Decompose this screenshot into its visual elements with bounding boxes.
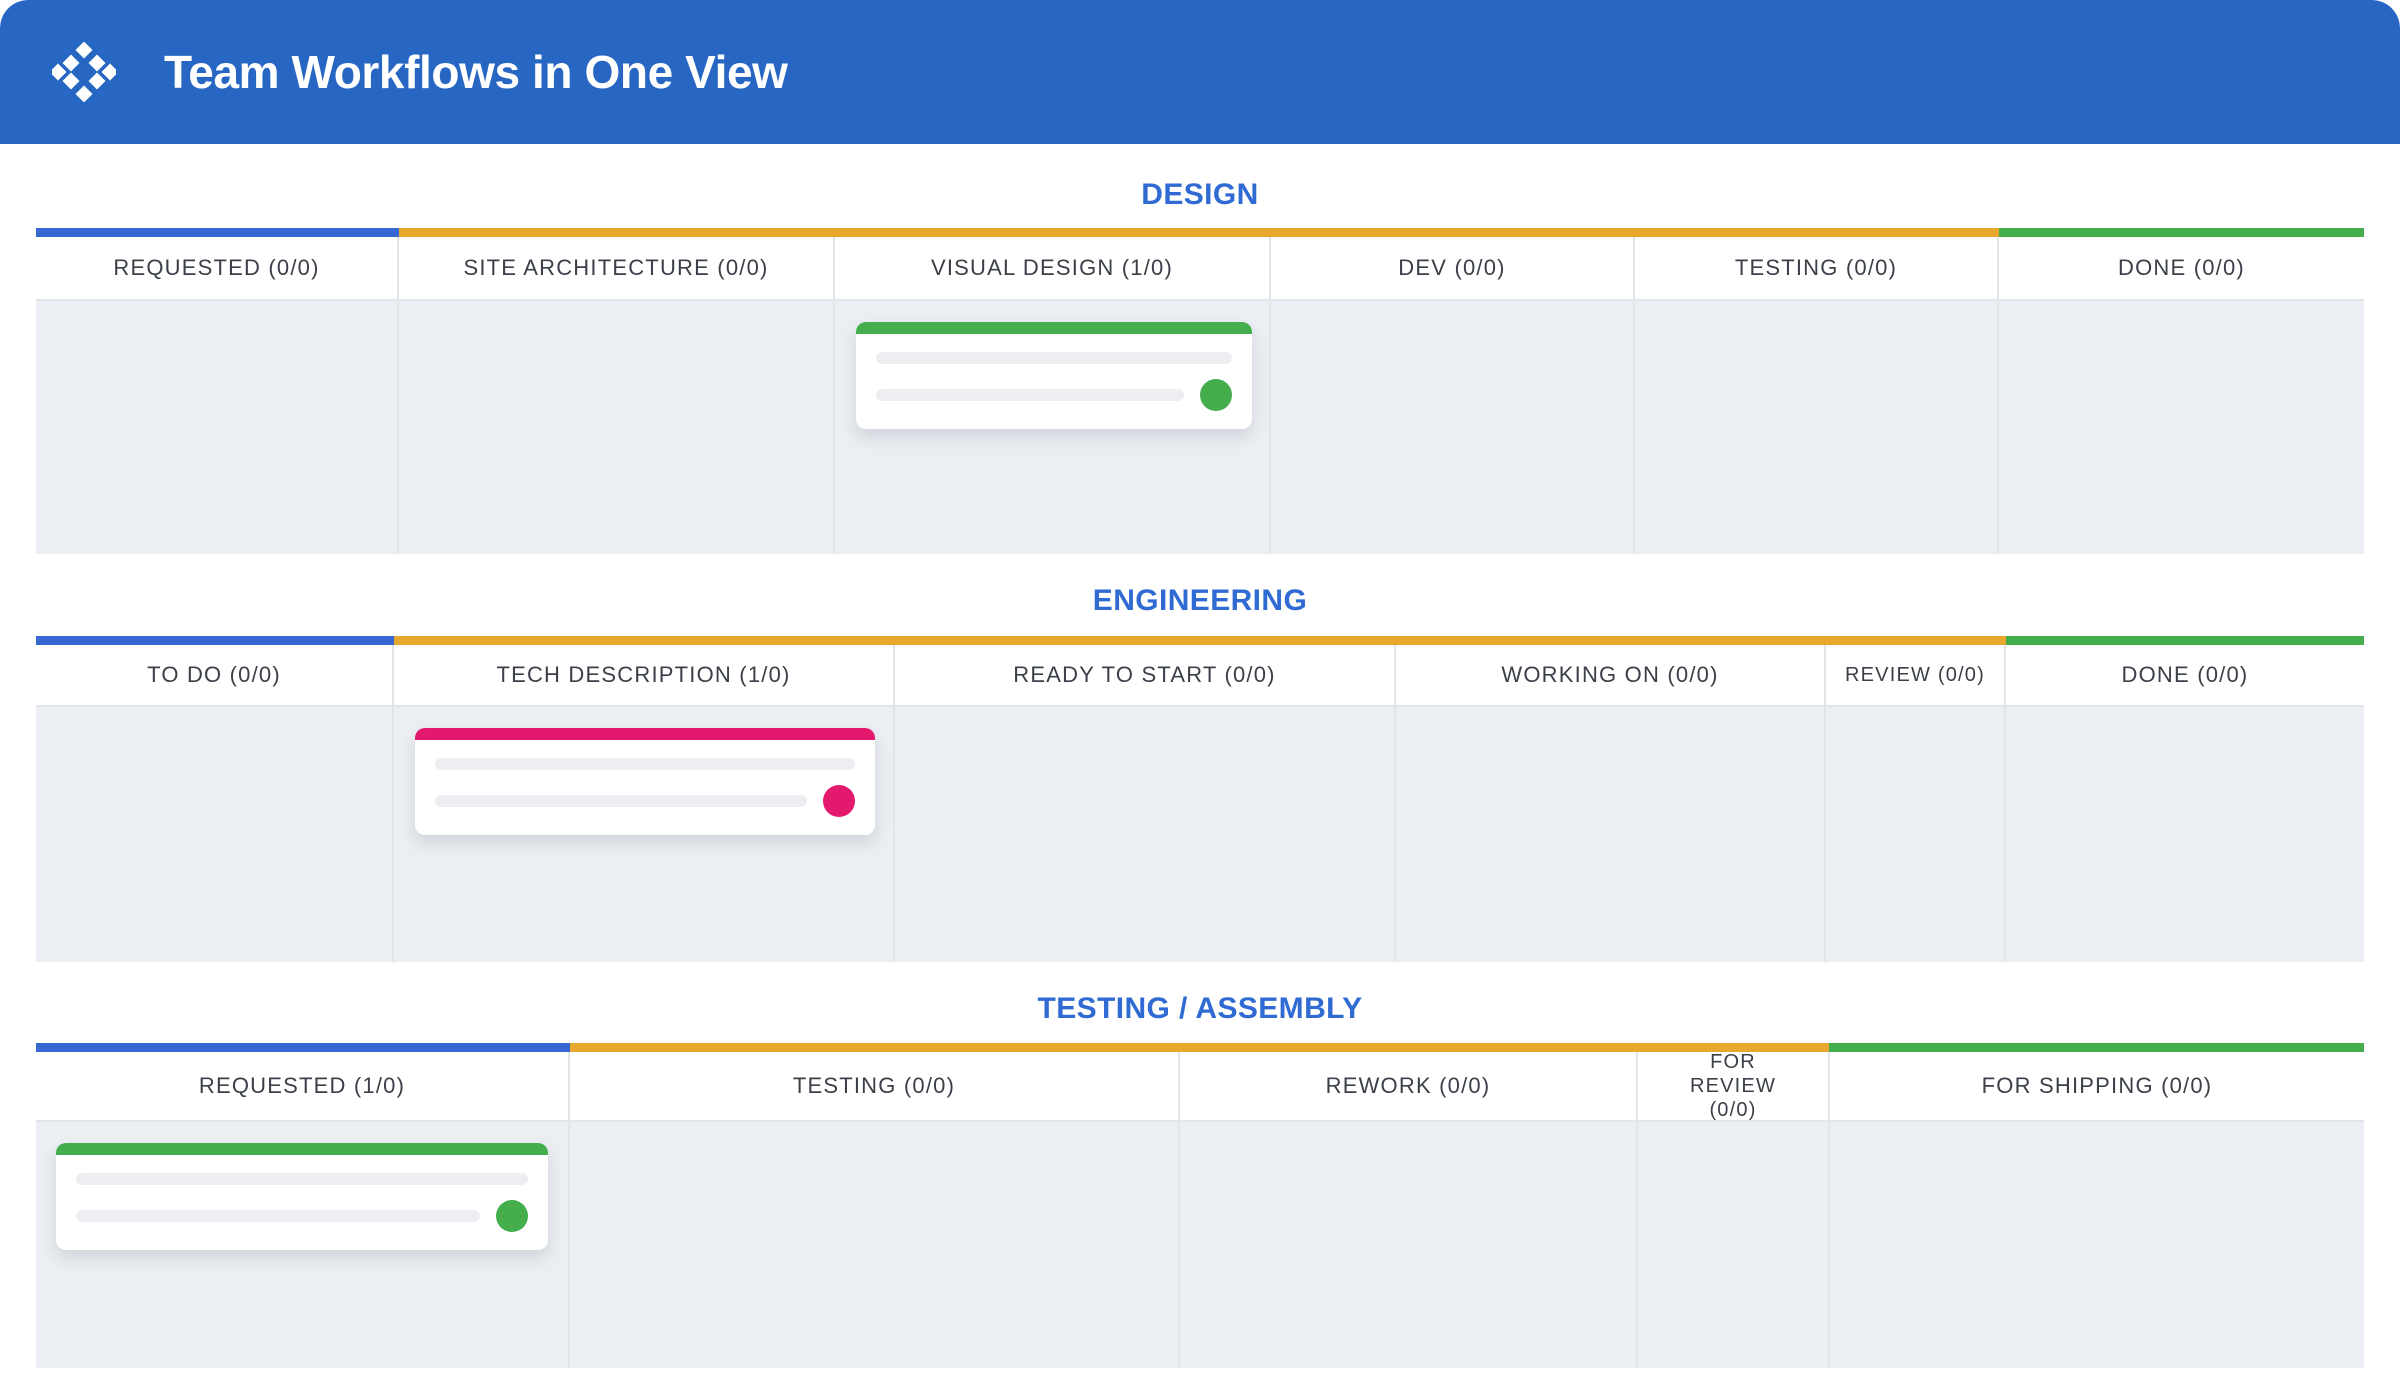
card-color-bar	[415, 728, 875, 740]
column-header[interactable]: REWORK (0/0)	[1180, 1052, 1636, 1122]
column-header[interactable]: REQUESTED (1/0)	[36, 1052, 568, 1122]
column-testing: TESTING (0/0)	[1635, 237, 1999, 554]
task-card[interactable]	[56, 1143, 548, 1250]
status-dot	[1200, 379, 1232, 411]
board-engineering: ENGINEERING TO DO (0/0) TECH DESCRIPTION…	[36, 576, 2364, 962]
column-done: DONE (0/0)	[1999, 237, 2364, 554]
column-body[interactable]	[1999, 301, 2364, 554]
card-color-bar	[856, 322, 1252, 334]
app-header: Team Workflows in One View	[0, 0, 2400, 144]
card-color-bar	[56, 1143, 548, 1155]
card-text-placeholder	[435, 795, 807, 807]
status-stripe	[36, 228, 2364, 237]
column-body[interactable]	[835, 301, 1269, 554]
column-testing: TESTING (0/0)	[570, 1052, 1180, 1368]
column-header[interactable]: DONE (0/0)	[1999, 237, 2364, 301]
column-header[interactable]: TO DO (0/0)	[36, 645, 392, 707]
column-requested: REQUESTED (1/0)	[36, 1052, 570, 1368]
column-header[interactable]: SITE ARCHITECTURE (0/0)	[399, 237, 833, 301]
card-title-placeholder	[876, 352, 1232, 364]
column-body[interactable]	[36, 1122, 568, 1368]
board-design: DESIGN REQUESTED (0/0) SITE ARCHITECTURE…	[36, 170, 2364, 554]
column-body[interactable]	[895, 707, 1394, 962]
column-for-shipping: FOR SHIPPING (0/0)	[1830, 1052, 2364, 1368]
column-working-on: WORKING ON (0/0)	[1396, 645, 1826, 962]
column-tech-description: TECH DESCRIPTION (1/0)	[394, 645, 895, 962]
column-rework: REWORK (0/0)	[1180, 1052, 1638, 1368]
card-text-placeholder	[76, 1210, 480, 1222]
column-requested: REQUESTED (0/0)	[36, 237, 399, 554]
column-body[interactable]	[570, 1122, 1178, 1368]
column-header[interactable]: DONE (0/0)	[2006, 645, 2364, 707]
column-site-architecture: SITE ARCHITECTURE (0/0)	[399, 237, 835, 554]
column-to-do: TO DO (0/0)	[36, 645, 394, 962]
column-visual-design: VISUAL DESIGN (1/0)	[835, 237, 1271, 554]
column-header[interactable]: REVIEW (0/0)	[1826, 645, 2004, 707]
board-testing-assembly: TESTING / ASSEMBLY REQUESTED (1/0) TESTI…	[36, 984, 2364, 1368]
card-title-placeholder	[76, 1173, 528, 1185]
status-stripe	[36, 636, 2364, 645]
column-body[interactable]	[1180, 1122, 1636, 1368]
column-header[interactable]: VISUAL DESIGN (1/0)	[835, 237, 1269, 301]
column-body[interactable]	[1396, 707, 1824, 962]
column-header[interactable]: FOR SHIPPING (0/0)	[1830, 1052, 2364, 1122]
column-header[interactable]: READY TO START (0/0)	[895, 645, 1394, 707]
workflow-app: Team Workflows in One View DESIGN REQUES…	[0, 0, 2400, 1400]
task-card[interactable]	[856, 322, 1252, 429]
status-dot	[496, 1200, 528, 1232]
column-header[interactable]: REQUESTED (0/0)	[36, 237, 397, 301]
column-body[interactable]	[1271, 301, 1633, 554]
card-text-placeholder	[876, 389, 1184, 401]
column-body[interactable]	[36, 301, 397, 554]
column-body[interactable]	[399, 301, 833, 554]
board-title: TESTING / ASSEMBLY	[1037, 992, 1363, 1025]
column-header[interactable]: FOR REVIEW (0/0)	[1638, 1051, 1828, 1122]
board-title: ENGINEERING	[1092, 584, 1308, 617]
column-body[interactable]	[1826, 707, 2004, 962]
column-for-review: FOR REVIEW (0/0)	[1638, 1051, 1830, 1368]
column-header[interactable]: WORKING ON (0/0)	[1396, 645, 1824, 707]
card-title-placeholder	[435, 758, 855, 770]
task-card[interactable]	[415, 728, 875, 835]
board-title: DESIGN	[1141, 178, 1259, 211]
column-header[interactable]: DEV (0/0)	[1271, 237, 1633, 301]
column-review: REVIEW (0/0)	[1826, 645, 2006, 962]
column-ready-to-start: READY TO START (0/0)	[895, 645, 1396, 962]
column-body[interactable]	[36, 707, 392, 962]
column-header[interactable]: TESTING (0/0)	[1635, 237, 1997, 301]
status-stripe	[36, 1043, 2364, 1052]
column-header[interactable]: TESTING (0/0)	[570, 1052, 1178, 1122]
column-body[interactable]	[1830, 1122, 2364, 1368]
column-header[interactable]: TECH DESCRIPTION (1/0)	[394, 645, 893, 707]
diamond-grid-logo-icon[interactable]	[52, 42, 116, 102]
column-done: DONE (0/0)	[2006, 645, 2364, 962]
status-dot	[823, 785, 855, 817]
column-body[interactable]	[2006, 707, 2364, 962]
column-body[interactable]	[394, 707, 893, 962]
column-dev: DEV (0/0)	[1271, 237, 1635, 554]
column-body[interactable]	[1638, 1122, 1828, 1368]
column-body[interactable]	[1635, 301, 1997, 554]
app-title: Team Workflows in One View	[164, 46, 788, 98]
